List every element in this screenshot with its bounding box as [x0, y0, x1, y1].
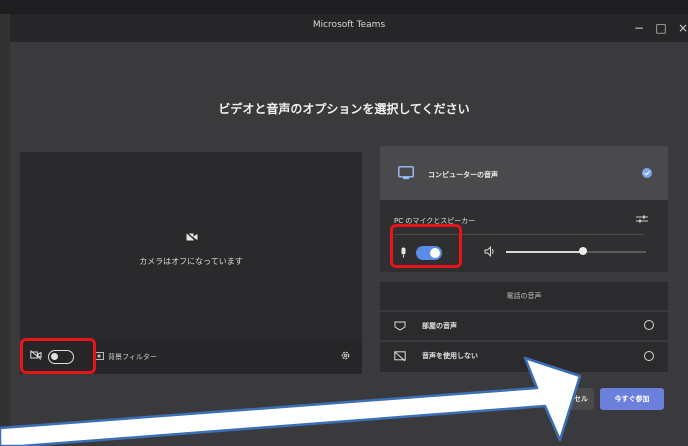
volume-slider-handle[interactable]: [579, 247, 587, 255]
device-settings-icon[interactable]: [636, 214, 648, 224]
maximize-button[interactable]: □: [650, 17, 672, 39]
window-top-strip: [0, 0, 688, 14]
camera-toggle-highlight: [20, 338, 96, 374]
camera-off-text: カメラはオフになっています: [139, 257, 243, 266]
phone-audio-option[interactable]: 電話の音声: [380, 282, 668, 310]
join-now-button[interactable]: 今すぐ参加: [600, 388, 664, 410]
room-audio-option[interactable]: 部屋の音声: [380, 312, 668, 340]
room-device-icon: [394, 321, 406, 331]
no-audio-option[interactable]: 音声を使用しない: [380, 342, 668, 372]
cancel-button[interactable]: セル: [546, 388, 594, 410]
computer-icon: [398, 166, 414, 180]
selected-check-icon: [642, 168, 652, 178]
background-filter-label[interactable]: 背景フィルター: [108, 352, 157, 362]
mic-toggle-highlight: [390, 224, 462, 268]
gear-icon[interactable]: [340, 350, 351, 361]
computer-audio-option[interactable]: コンピューターの音声: [380, 146, 668, 200]
no-audio-icon: [394, 351, 406, 362]
speaker-icon: [484, 246, 494, 257]
camera-off-icon: [186, 232, 198, 242]
phone-audio-label: 電話の音声: [506, 292, 542, 300]
page-title: ビデオと音声のオプションを選択してください: [218, 102, 470, 116]
no-audio-label: 音声を使用しない: [422, 352, 478, 360]
volume-fill: [506, 251, 583, 253]
no-audio-radio[interactable]: [644, 351, 654, 361]
room-audio-radio[interactable]: [644, 320, 654, 330]
computer-audio-label: コンピューターの音声: [428, 171, 498, 179]
title-bar: Microsoft Teams − □ ×: [10, 14, 688, 43]
minimize-button[interactable]: −: [628, 17, 650, 39]
close-button[interactable]: ×: [672, 17, 688, 39]
room-audio-label: 部屋の音声: [422, 322, 457, 330]
window-title: Microsoft Teams: [312, 20, 386, 30]
